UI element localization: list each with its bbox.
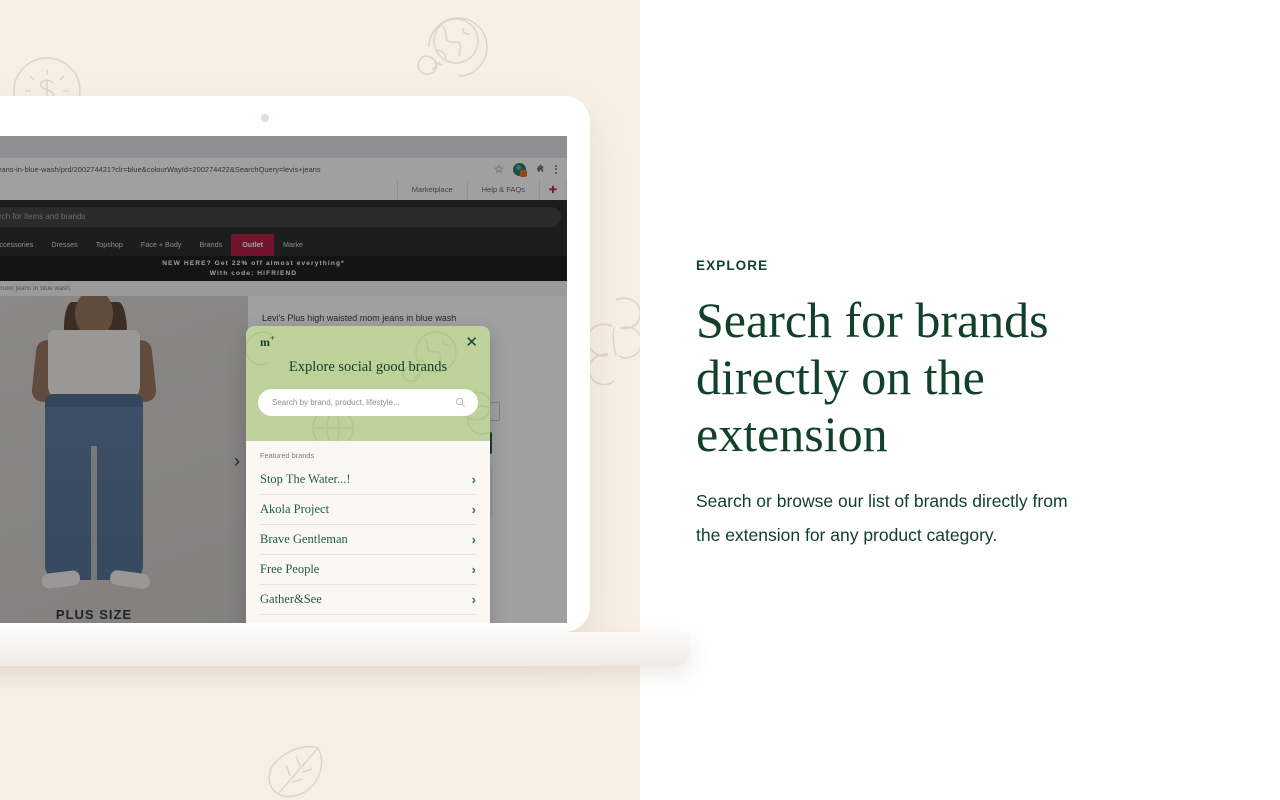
jeans-leg-gap: [91, 446, 97, 580]
chevron-right-icon: ›: [471, 532, 476, 547]
headline-line-2: directly on the: [696, 349, 985, 405]
brand-name: Brave Gentleman: [260, 532, 348, 546]
leaf-icon: [268, 745, 323, 798]
close-icon[interactable]: ✕: [465, 335, 478, 350]
browser-toolbar-icons: [494, 162, 567, 177]
chevron-right-icon: ›: [471, 592, 476, 607]
puzzle-icon[interactable]: [535, 163, 546, 175]
brand-name: Stop The Water...!: [260, 472, 351, 486]
extension-popup: m+ ✕ Explore social good brands Featured…: [246, 326, 490, 623]
extension-search-box[interactable]: [258, 389, 478, 416]
camera-dot-icon: [261, 114, 269, 122]
featured-brands-label: Featured brands: [260, 451, 315, 460]
promo-line-1: NEW HERE? Get 22% off almost everything*: [162, 260, 345, 267]
nav-item-outlet[interactable]: Outlet: [231, 234, 274, 256]
site-link-help[interactable]: Help & FAQs: [466, 180, 539, 200]
brand-name: Gather&See: [260, 592, 322, 606]
jeans-waistband: [45, 394, 143, 407]
brand-row-brave-gentleman[interactable]: Brave Gentleman ›: [260, 525, 476, 555]
eyebrow-label: EXPLORE: [696, 258, 769, 273]
nav-item-dresses[interactable]: Dresses: [42, 234, 86, 256]
chevron-right-icon: ›: [471, 502, 476, 517]
search-input[interactable]: [270, 397, 455, 408]
site-utility-bar: Marketplace Help & FAQs ✚: [0, 179, 567, 201]
nav-item-brands[interactable]: Brands: [190, 234, 231, 256]
nav-item-face-body[interactable]: Face + Body: [132, 234, 191, 256]
extension-logo-plus: +: [270, 334, 275, 343]
globe-leaf-icon: [417, 17, 488, 77]
model-shoe-left: [41, 569, 81, 590]
nav-item-accessories[interactable]: Accessories: [0, 234, 42, 256]
brand-row-akola-project[interactable]: Akola Project ›: [260, 495, 476, 525]
nav-item-topshop[interactable]: Topshop: [87, 234, 132, 256]
brand-name: Free People: [260, 562, 320, 576]
brand-row-gather-and-see[interactable]: Gather&See ›: [260, 585, 476, 615]
promo-banner: NEW HERE? Get 22% off almost everything*…: [0, 256, 567, 281]
extension-badge-icon[interactable]: [513, 162, 527, 177]
headline-line-1: Search for brands: [696, 292, 1049, 348]
flag-glyph: ✚: [548, 185, 558, 196]
site-search-input[interactable]: Search for items and brands: [0, 207, 561, 227]
device-base: [0, 632, 690, 666]
country-flag-icon[interactable]: ✚: [539, 179, 567, 201]
site-link-marketplace[interactable]: Marketplace: [396, 180, 467, 200]
chevron-right-icon: ›: [471, 472, 476, 487]
extension-logo-text: m: [260, 335, 271, 349]
brand-name: Akola Project: [260, 502, 330, 516]
model-white-top: [48, 330, 140, 402]
plus-size-badge: PLUS SIZE: [55, 607, 133, 622]
promo-line-2: With code: HIFRIEND: [209, 270, 298, 277]
search-icon[interactable]: [455, 397, 466, 408]
extension-body: Featured brands Stop The Water...! › Ako…: [246, 441, 490, 623]
headline-line-3: extension: [696, 406, 888, 462]
kebab-menu-icon[interactable]: [555, 164, 557, 174]
nav-item-marketplace[interactable]: Marke: [274, 234, 312, 256]
product-title: Levi's Plus high waisted mom jeans in bl…: [262, 313, 457, 323]
site-search-bar: EN Search for items and brands: [0, 200, 567, 234]
marketing-copy-column: EXPLORE Search for brands directly on th…: [696, 0, 1216, 800]
device-screen: h-waisted-mom-jeans-in-blue-wash/prd/200…: [0, 136, 567, 623]
browser-omnibox-row: h-waisted-mom-jeans-in-blue-wash/prd/200…: [0, 158, 567, 180]
extension-header-bar: m+ ✕: [246, 326, 490, 350]
subcopy-line-2: the extension for any product category.: [696, 525, 998, 545]
subcopy-text: Search or browse our list of brands dire…: [696, 484, 1216, 552]
chevron-right-icon: ›: [471, 562, 476, 577]
star-icon[interactable]: [494, 164, 504, 174]
address-bar[interactable]: h-waisted-mom-jeans-in-blue-wash/prd/200…: [0, 165, 494, 174]
page-title: Search for brands directly on the extens…: [696, 292, 1136, 463]
model-shoe-right: [109, 569, 151, 590]
brand-row-free-people[interactable]: Free People ›: [260, 555, 476, 585]
carousel-next-arrow[interactable]: ›: [234, 451, 240, 472]
extension-title: Explore social good brands: [288, 359, 448, 375]
extension-logo[interactable]: m+: [260, 334, 275, 350]
subcopy-line-1: Search or browse our list of brands dire…: [696, 491, 1068, 511]
breadcrumb: Plus high waisted mom jeans in blue wash: [0, 281, 567, 296]
extension-header: m+ ✕ Explore social good brands: [246, 326, 490, 441]
screenshot-root: h-waisted-mom-jeans-in-blue-wash/prd/200…: [0, 0, 1280, 800]
product-image[interactable]: ‹ › PLUS SIZE: [0, 296, 248, 623]
browser-tab-strip[interactable]: [0, 136, 567, 158]
brand-row-stop-the-water[interactable]: Stop The Water...! ›: [260, 465, 476, 495]
site-category-nav: ortswear Accessories Dresses Topshop Fac…: [0, 234, 567, 256]
